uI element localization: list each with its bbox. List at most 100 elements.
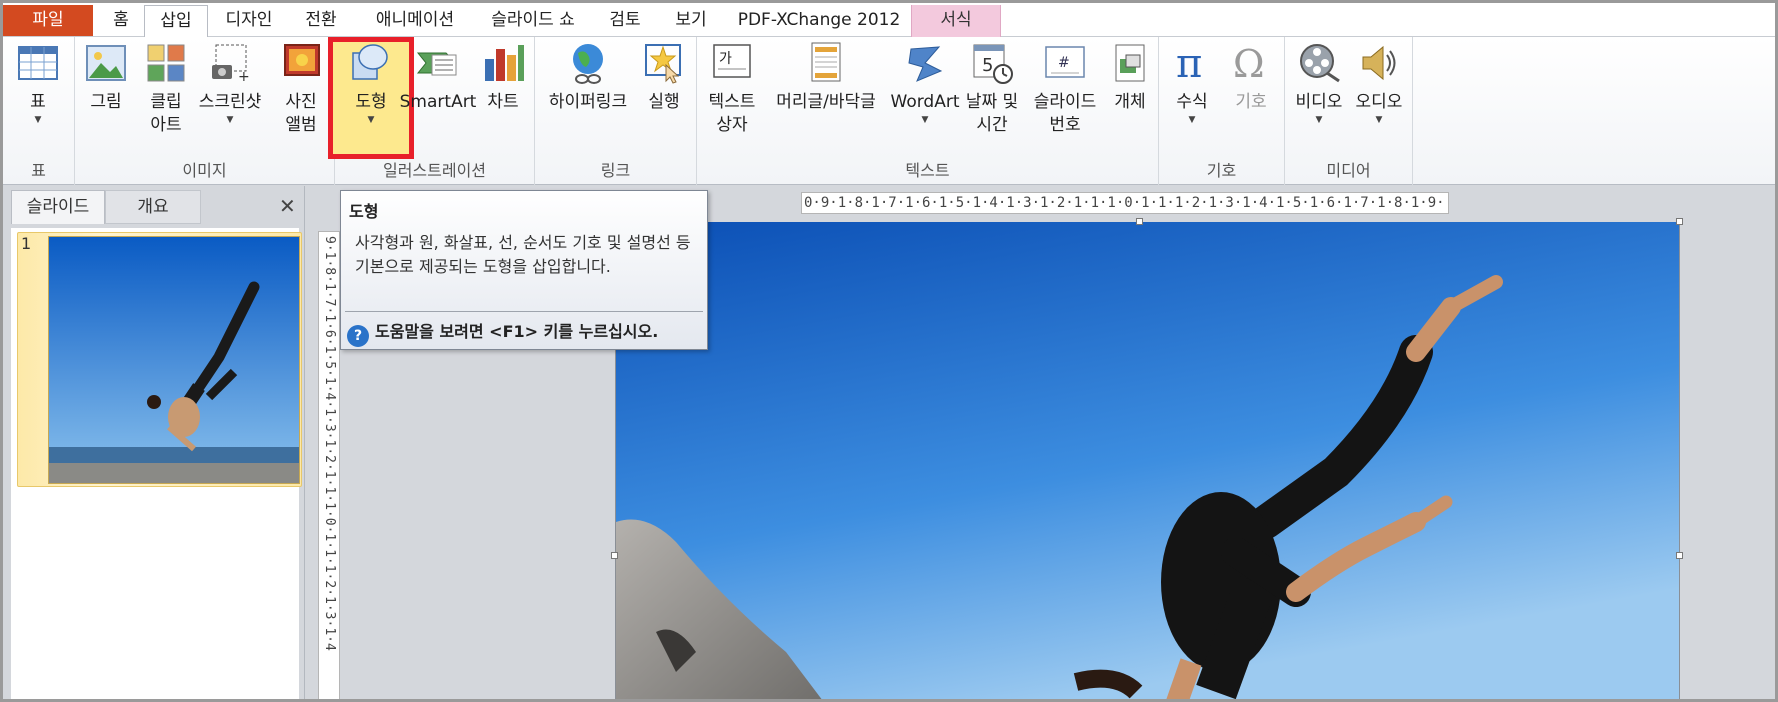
picture-icon [84,41,128,85]
tab-format[interactable]: 서식 [911,5,1001,37]
object-button[interactable]: 개체 [1105,41,1155,114]
textbox-icon: 가 [710,41,754,85]
tooltip-title: 도형 [349,202,379,221]
tooltip-separator [345,311,703,312]
tab-transitions[interactable]: 전환 [293,5,349,37]
action-button[interactable]: 실행 [639,41,689,114]
group-link: 하이퍼링크 실행 링크 [535,37,697,185]
slide-number-button[interactable]: # 슬라이드 번호 [1027,41,1103,137]
smartart-button[interactable]: SmartArt [399,41,477,114]
album-label-1: 사진 [285,92,317,112]
object-icon [1108,41,1152,85]
screenshot-label: 스크린샷 [198,92,262,112]
header-footer-button[interactable]: 머리글/바닥글 [765,41,887,114]
group-image: 그림 클립 아트 + 스크린샷 ▼ 사진 앨범 이미지 [75,37,335,185]
speaker-icon [1357,41,1401,85]
globe-link-icon [566,41,610,85]
shapes-icon [349,41,393,85]
resize-handle-left[interactable] [611,552,618,559]
group-table: 표 ▼ 표 [3,37,75,185]
wordart-button[interactable]: WordArt ▼ [887,41,963,126]
tooltip-body: 사각형과 원, 화살표, 선, 순서도 기호 및 설명선 등 기본으로 제공되는… [355,233,691,276]
tab-slides[interactable]: 슬라이드 [11,190,105,224]
slide-image[interactable] [615,222,1680,699]
clipart-icon [144,41,188,85]
tab-file[interactable]: 파일 [3,5,93,36]
ribbon: 표 ▼ 표 그림 클립 아트 + 스크린샷 ▼ 사진 앨범 이미지 일러스트레이… [3,37,1775,185]
resize-handle-top-right[interactable] [1676,218,1683,225]
tab-home[interactable]: 홈 [98,5,144,37]
chevron-down-icon: ▼ [921,115,929,125]
pi-icon: π [1170,41,1214,87]
symbol-button[interactable]: Ω 기호 [1225,41,1277,114]
smartart-label: SmartArt [399,92,477,112]
chevron-down-icon: ▼ [367,115,375,125]
group-label-table: 표 [31,161,46,180]
photo-album-icon [279,41,323,85]
group-label-text: 텍스트 [905,161,950,180]
tab-view[interactable]: 보기 [665,5,717,37]
tab-outline[interactable]: 개요 [105,190,201,224]
photo-album-button[interactable]: 사진 앨범 [271,41,331,137]
hyperlink-label: 하이퍼링크 [548,92,628,112]
table-button[interactable]: 표 ▼ [13,41,63,126]
picture-button[interactable]: 그림 [81,41,131,114]
shapes-button[interactable]: 도형 ▼ [338,41,404,126]
chevron-down-icon: ▼ [1375,115,1383,125]
clipart-label-2: 아트 [150,115,182,135]
calendar-clock-icon: 5 [970,41,1014,85]
table-icon [16,41,60,85]
slide-thumbnail-image[interactable] [48,236,300,484]
svg-text:5: 5 [982,55,993,76]
chevron-down-icon: ▼ [1188,115,1196,125]
close-icon[interactable]: ✕ [279,194,296,218]
slides-pane: 슬라이드 개요 ✕ 1 [3,186,305,699]
tab-design[interactable]: 디자인 [215,5,283,37]
audio-button[interactable]: 오디오 ▼ [1349,41,1409,126]
help-icon: ? [347,325,369,347]
screenshot-button[interactable]: + 스크린샷 ▼ [193,41,267,126]
textbox-label-2: 상자 [716,115,748,135]
group-symbol: π 수식 ▼ Ω 기호 기호 [1159,37,1285,185]
datetime-button[interactable]: 5 날짜 및 시간 [959,41,1025,137]
textbox-button[interactable]: 가 텍스트 상자 [701,41,763,137]
tab-pdfxchange[interactable]: PDF-XChange 2012 [729,5,909,37]
group-label-illustration: 일러스트레이션 [382,161,487,180]
hyperlink-button[interactable]: 하이퍼링크 [541,41,635,114]
film-reel-icon [1297,41,1341,85]
slide-number: 1 [21,234,32,253]
svg-text:가: 가 [719,51,732,67]
shapes-label: 도형 [355,92,387,112]
chart-button[interactable]: 차트 [477,41,529,114]
vertical-ruler: 9·1·8·1·7·1·6·1·5·1·4·1·3·1·2·1·1·1·0·1·… [318,231,340,699]
clipart-button[interactable]: 클립 아트 [141,41,191,137]
resize-handle-top[interactable] [1136,218,1143,225]
chevron-down-icon: ▼ [34,115,42,125]
video-label: 비디오 [1295,92,1343,112]
chevron-down-icon: ▼ [226,115,234,125]
object-label: 개체 [1114,92,1146,112]
header-footer-label: 머리글/바닥글 [776,92,876,112]
slide-number-label-2: 번호 [1049,115,1081,135]
group-label-symbol: 기호 [1206,161,1237,180]
slide-thumbnail-list: 1 [11,228,302,699]
ribbon-tabs: 파일 홈 삽입 디자인 전환 애니메이션 슬라이드 쇼 검토 보기 PDF-XC… [3,3,1775,38]
picture-label: 그림 [90,92,122,112]
tooltip-help-text: 도움말을 보려면 <F1> 키를 누르십시오. [375,322,659,341]
tab-insert[interactable]: 삽입 [144,5,208,38]
datetime-label-2: 시간 [976,115,1008,135]
audio-label: 오디오 [1355,92,1403,112]
equation-button[interactable]: π 수식 ▼ [1167,41,1217,126]
tab-animations[interactable]: 애니메이션 [361,5,469,37]
smartart-icon [416,41,460,85]
video-button[interactable]: 비디오 ▼ [1289,41,1349,126]
vertical-ruler-ticks: 9·1·8·1·7·1·6·1·5·1·4·1·3·1·2·1·1·1·0·1·… [322,236,337,651]
resize-handle-right[interactable] [1676,552,1683,559]
tab-slideshow[interactable]: 슬라이드 쇼 [481,5,585,37]
equation-label: 수식 [1176,92,1208,112]
chevron-down-icon: ▼ [1315,115,1323,125]
wordart-icon [903,41,947,85]
chart-label: 차트 [487,92,519,112]
tab-review[interactable]: 검토 [599,5,651,37]
header-footer-icon [804,41,848,85]
